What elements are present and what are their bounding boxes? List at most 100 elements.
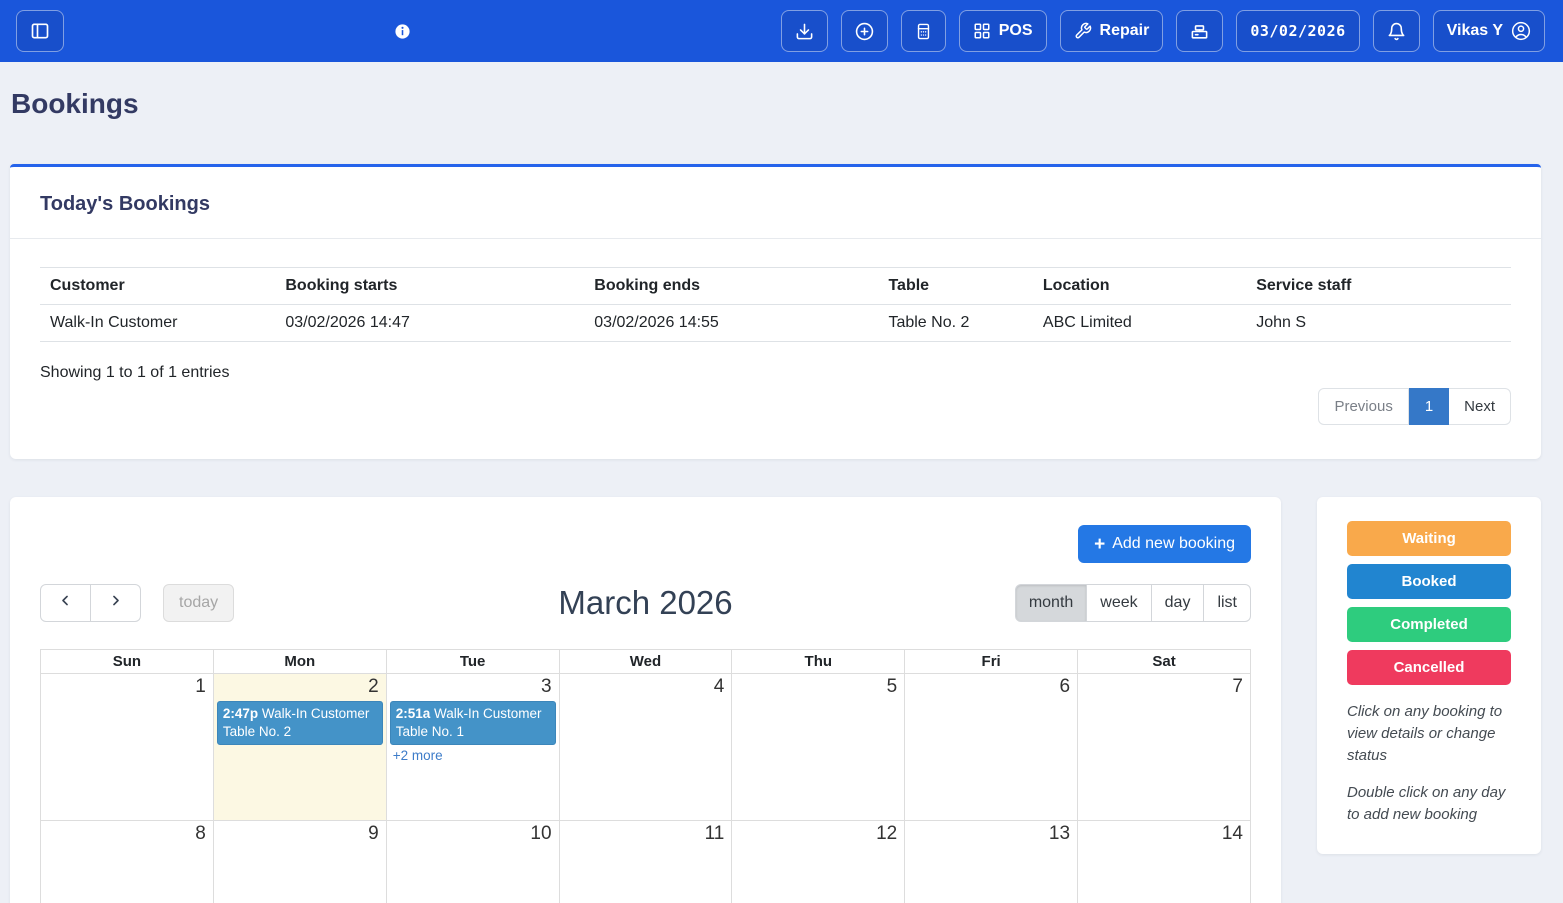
col-booking-starts: Booking starts — [275, 268, 584, 305]
add-circle-button[interactable] — [841, 10, 888, 52]
calendar-actions: + Add new booking — [40, 525, 1251, 563]
entries-summary: Showing 1 to 1 of 1 entries — [40, 364, 1511, 382]
cell-booking-ends: 03/02/2026 14:55 — [584, 305, 878, 342]
weekday-sat: Sat — [1078, 650, 1251, 674]
table-row[interactable]: Walk-In Customer 03/02/2026 14:47 03/02/… — [40, 305, 1511, 342]
booking-event[interactable]: 2:47p Walk-In Customer Table No. 2 — [217, 701, 383, 745]
calendar-week-2: 8 9 10 11 12 13 14 — [41, 821, 1251, 903]
calendar-view-switcher: month week day list — [1015, 584, 1251, 622]
navbar-actions: POS Repair 03/02/2026 Vikas Y — [781, 10, 1545, 52]
info-icon[interactable] — [394, 23, 411, 40]
legend-completed-button[interactable]: Completed — [1347, 607, 1511, 642]
chevron-right-icon — [108, 593, 123, 613]
calendar-card: + Add new booking today March 2026 — [10, 497, 1281, 903]
bottom-section: + Add new booking today March 2026 — [10, 497, 1541, 903]
table-header-row: Customer Booking starts Booking ends Tab… — [40, 268, 1511, 305]
view-day-button[interactable]: day — [1152, 584, 1205, 622]
page-1-button[interactable]: 1 — [1409, 388, 1449, 425]
legend-cancelled-button[interactable]: Cancelled — [1347, 650, 1511, 685]
cell-location: ABC Limited — [1033, 305, 1246, 342]
repair-button[interactable]: Repair — [1060, 10, 1164, 52]
bell-icon — [1387, 22, 1406, 41]
day-cell-4[interactable]: 4 — [559, 674, 732, 821]
day-cell-3[interactable]: 3 2:51a Walk-In Customer Table No. 1 +2 … — [386, 674, 559, 821]
cash-register-button[interactable] — [1176, 10, 1223, 52]
cell-table: Table No. 2 — [878, 305, 1032, 342]
weekday-mon: Mon — [213, 650, 386, 674]
view-week-button[interactable]: week — [1087, 584, 1151, 622]
todays-bookings-card: Today's Bookings Customer Booking starts… — [10, 164, 1541, 459]
previous-page-button[interactable]: Previous — [1318, 388, 1408, 425]
view-list-button[interactable]: list — [1204, 584, 1251, 622]
day-cell-6[interactable]: 6 — [905, 674, 1078, 821]
col-service-staff: Service staff — [1246, 268, 1511, 305]
weekday-tue: Tue — [386, 650, 559, 674]
day-cell-5[interactable]: 5 — [732, 674, 905, 821]
cell-booking-starts: 03/02/2026 14:47 — [275, 305, 584, 342]
legend-waiting-button[interactable]: Waiting — [1347, 521, 1511, 556]
grid-icon — [973, 22, 991, 40]
sidebar-toggle-icon — [30, 21, 50, 41]
more-events-link[interactable]: +2 more — [393, 748, 553, 763]
day-cell-9[interactable]: 9 — [213, 821, 386, 903]
col-booking-ends: Booking ends — [584, 268, 878, 305]
user-icon — [1511, 21, 1531, 41]
bookings-table: Customer Booking starts Booking ends Tab… — [40, 267, 1511, 342]
add-new-booking-button[interactable]: + Add new booking — [1078, 525, 1251, 563]
current-date: 03/02/2026 — [1250, 22, 1345, 40]
plus-circle-icon — [855, 22, 874, 41]
download-button[interactable] — [781, 10, 828, 52]
user-menu-button[interactable]: Vikas Y — [1433, 10, 1545, 52]
sidebar-toggle-button[interactable] — [16, 10, 64, 52]
wrench-icon — [1074, 22, 1092, 40]
day-cell-1[interactable]: 1 — [41, 674, 214, 821]
col-location: Location — [1033, 268, 1246, 305]
legend-note-double-click: Double click on any day to add new booki… — [1347, 782, 1511, 826]
calendar-week-1: 1 2 2:47p Walk-In Customer Table No. 2 3… — [41, 674, 1251, 821]
calendar-prev-button[interactable] — [40, 584, 91, 622]
day-cell-10[interactable]: 10 — [386, 821, 559, 903]
page-title: Bookings — [11, 88, 1563, 120]
user-name: Vikas Y — [1447, 22, 1503, 40]
notifications-button[interactable] — [1373, 10, 1420, 52]
day-cell-11[interactable]: 11 — [559, 821, 732, 903]
booking-event[interactable]: 2:51a Walk-In Customer Table No. 1 — [390, 701, 556, 745]
pos-button[interactable]: POS — [959, 10, 1047, 52]
weekday-fri: Fri — [905, 650, 1078, 674]
download-icon — [795, 22, 814, 41]
pos-label: POS — [999, 22, 1033, 40]
view-month-button[interactable]: month — [1015, 584, 1087, 622]
day-cell-8[interactable]: 8 — [41, 821, 214, 903]
pagination: Previous 1 Next — [40, 388, 1511, 425]
cell-service-staff: John S — [1246, 305, 1511, 342]
col-table: Table — [878, 268, 1032, 305]
day-cell-14[interactable]: 14 — [1078, 821, 1251, 903]
day-cell-12[interactable]: 12 — [732, 821, 905, 903]
legend-booked-button[interactable]: Booked — [1347, 564, 1511, 599]
top-navbar: POS Repair 03/02/2026 Vikas Y — [0, 0, 1563, 62]
card-body: Customer Booking starts Booking ends Tab… — [10, 239, 1541, 459]
calculator-icon — [915, 23, 932, 40]
day-cell-2-today[interactable]: 2 2:47p Walk-In Customer Table No. 2 — [213, 674, 386, 821]
card-title: Today's Bookings — [40, 193, 1511, 216]
calendar-next-button[interactable] — [91, 584, 141, 622]
repair-label: Repair — [1100, 22, 1150, 40]
day-cell-7[interactable]: 7 — [1078, 674, 1251, 821]
calendar-toolbar: today March 2026 month week day list — [40, 581, 1251, 625]
weekday-sun: Sun — [41, 650, 214, 674]
weekday-header-row: Sun Mon Tue Wed Thu Fri Sat — [41, 650, 1251, 674]
chevron-left-icon — [58, 593, 73, 613]
weekday-thu: Thu — [732, 650, 905, 674]
calendar-title: March 2026 — [558, 584, 732, 622]
add-booking-label: Add new booking — [1112, 535, 1235, 553]
plus-icon: + — [1094, 535, 1105, 554]
legend-note-click: Click on any booking to view details or … — [1347, 701, 1511, 766]
next-page-button[interactable]: Next — [1449, 388, 1511, 425]
cash-register-icon — [1190, 22, 1209, 41]
date-button[interactable]: 03/02/2026 — [1236, 10, 1359, 52]
calendar-nav-group — [40, 584, 141, 622]
calendar-today-button[interactable]: today — [163, 584, 234, 622]
day-cell-13[interactable]: 13 — [905, 821, 1078, 903]
calculator-button[interactable] — [901, 10, 946, 52]
card-header: Today's Bookings — [10, 167, 1541, 239]
